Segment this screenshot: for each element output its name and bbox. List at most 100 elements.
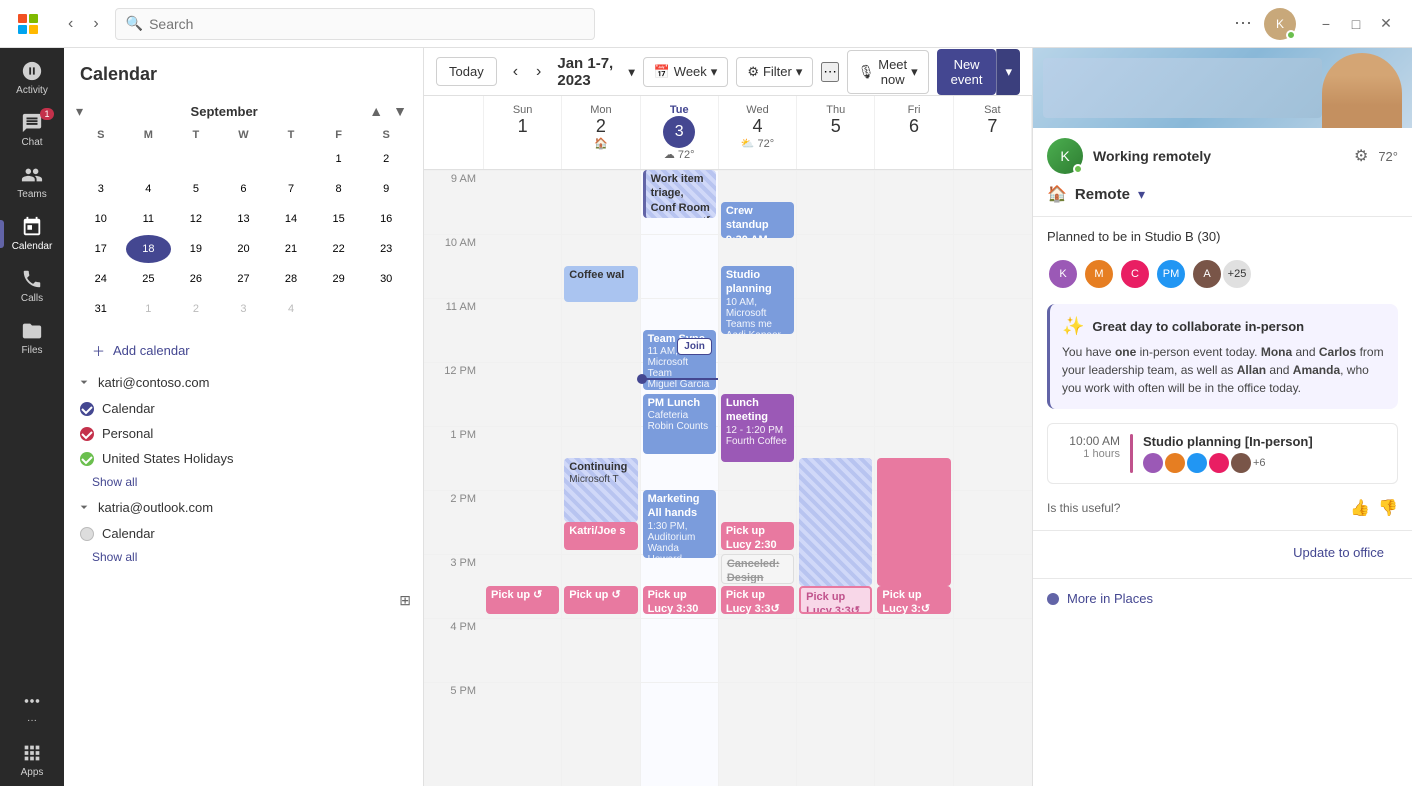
sidebar-item-files[interactable]: Files — [4, 312, 60, 364]
event-pickup-tue[interactable]: Pick up Lucy 3:30 PM — [643, 586, 716, 614]
mini-cal-day[interactable]: 14 — [268, 205, 314, 233]
mini-cal-day[interactable]: 6 — [221, 175, 267, 203]
update-to-office-button[interactable]: Update to office — [1293, 545, 1384, 560]
new-event-dropdown-button[interactable]: ▾ — [996, 49, 1020, 95]
mini-cal-day[interactable] — [316, 295, 362, 323]
mini-cal-day[interactable]: 1 — [126, 295, 172, 323]
event-canceled-design[interactable]: Canceled: Design session — [721, 554, 794, 584]
mini-cal-day[interactable]: 17 — [78, 235, 124, 263]
event-crew-standup[interactable]: Crew standup 9:30 AM, ↺ — [721, 202, 794, 238]
mini-cal-day[interactable]: 3 — [221, 295, 267, 323]
mini-cal-day[interactable]: 9 — [363, 175, 409, 203]
add-calendar-button[interactable]: ＋ Add calendar — [64, 333, 423, 368]
day-header-sun[interactable]: Sun 1 — [484, 96, 562, 169]
mini-cal-day[interactable]: 20 — [221, 235, 267, 263]
mini-cal-day[interactable]: 30 — [363, 265, 409, 293]
mini-cal-day[interactable]: 24 — [78, 265, 124, 293]
forward-button[interactable]: › — [85, 9, 106, 39]
mini-cal-day[interactable]: 21 — [268, 235, 314, 263]
close-button[interactable]: ✕ — [1372, 10, 1400, 38]
mini-cal-day[interactable]: 28 — [268, 265, 314, 293]
rp-event-card[interactable]: 10:00 AM 1 hours Studio planning [In-per… — [1047, 423, 1398, 484]
date-range[interactable]: Jan 1-7, 2023 ▾ — [557, 55, 634, 89]
event-pickup-sun[interactable]: Pick up ↺ — [486, 586, 559, 614]
expand-panel-button[interactable]: ⊞ — [399, 592, 411, 609]
event-coffee-walk[interactable]: Coffee wal — [564, 266, 637, 302]
mini-cal-up[interactable]: ▲ — [365, 101, 387, 121]
mini-cal-day[interactable] — [363, 295, 409, 323]
mini-cal-day[interactable]: 3 — [78, 175, 124, 203]
day-col-wed[interactable]: Crew standup 9:30 AM, ↺ Studio planning … — [719, 170, 797, 786]
sidebar-item-more[interactable]: ··· — [4, 682, 60, 734]
sidebar-item-chat[interactable]: 1 Chat — [4, 104, 60, 156]
more-toolbar-button[interactable]: ⋯ — [821, 62, 838, 82]
mini-cal-day[interactable]: 23 — [363, 235, 409, 263]
mini-cal-down[interactable]: ▼ — [389, 101, 411, 121]
day-col-fri[interactable]: Pick up Lucy 3:↺ — [875, 170, 953, 786]
join-button[interactable]: Join — [677, 338, 712, 355]
mini-cal-day[interactable]: 4 — [268, 295, 314, 323]
user-avatar[interactable]: K — [1264, 8, 1296, 40]
day-col-sun[interactable]: Pick up ↺ — [484, 170, 562, 786]
day-col-mon[interactable]: Coffee wal Continuing Microsoft T Katri/… — [562, 170, 640, 786]
mini-cal-day[interactable]: 10 — [78, 205, 124, 233]
rp-avatar-4[interactable]: A — [1191, 258, 1223, 290]
mini-cal-day[interactable]: 19 — [173, 235, 219, 263]
event-fri-overflow[interactable] — [877, 458, 950, 586]
mini-cal-collapse[interactable]: ▾ — [76, 103, 83, 120]
mini-cal-day[interactable] — [173, 145, 219, 173]
mini-cal-day[interactable] — [268, 145, 314, 173]
sidebar-item-apps[interactable]: Apps — [4, 734, 60, 786]
show-all-katria[interactable]: Show all — [64, 546, 423, 568]
mini-cal-day[interactable]: 8 — [316, 175, 362, 203]
mini-cal-day[interactable]: 5 — [173, 175, 219, 203]
mini-cal-day[interactable]: 1 — [316, 145, 362, 173]
calendar-item-katria[interactable]: Calendar — [72, 521, 415, 546]
mini-cal-today[interactable]: 18 — [126, 235, 172, 263]
day-col-sat[interactable] — [954, 170, 1032, 786]
event-pickup-fri[interactable]: Pick up Lucy 3:↺ — [877, 586, 950, 614]
rp-location-dropdown-button[interactable]: ▾ — [1138, 186, 1145, 203]
mini-cal-day[interactable]: 7 — [268, 175, 314, 203]
filter-button[interactable]: ⚙ Filter ▾ — [736, 57, 813, 87]
mini-cal-day[interactable]: 2 — [363, 145, 409, 173]
event-thu-striped[interactable] — [799, 458, 872, 586]
week-view-button[interactable]: 📅 Week ▾ — [643, 57, 729, 87]
prev-week-button[interactable]: ‹ — [505, 57, 526, 87]
sidebar-item-activity[interactable]: Activity — [4, 52, 60, 104]
event-pickup-thu[interactable]: Pick up Lucy 3:3↺ — [799, 586, 872, 614]
thumbs-up-button[interactable]: 👍 — [1350, 498, 1370, 518]
thumbs-down-button[interactable]: 👎 — [1378, 498, 1398, 518]
mini-cal-day[interactable]: 31 — [78, 295, 124, 323]
mini-cal-day[interactable] — [221, 145, 267, 173]
rp-more-places[interactable]: More in Places — [1033, 583, 1412, 614]
event-work-triage[interactable]: Work item triage, Conf Room ↺ — [643, 170, 716, 218]
rp-avatar-3[interactable]: C — [1119, 258, 1151, 290]
more-options-button[interactable]: ⋯ — [1230, 9, 1256, 38]
event-pickup-mon[interactable]: Pick up ↺ — [564, 586, 637, 614]
event-continuing[interactable]: Continuing Microsoft T — [564, 458, 637, 522]
mini-cal-day[interactable]: 15 — [316, 205, 362, 233]
rp-avatar-pm[interactable]: PM — [1155, 258, 1187, 290]
sidebar-item-calendar[interactable]: Calendar — [4, 208, 60, 260]
mini-cal-day[interactable]: 12 — [173, 205, 219, 233]
rp-user-avatar[interactable]: K — [1047, 138, 1083, 174]
next-week-button[interactable]: › — [528, 57, 549, 87]
mini-cal-day[interactable]: 2 — [173, 295, 219, 323]
section-collapse-katri[interactable]: katri@contoso.com — [64, 368, 423, 396]
show-all-katri[interactable]: Show all — [64, 471, 423, 493]
event-studio-planning[interactable]: Studio planning 10 AM, Microsoft Teams m… — [721, 266, 794, 334]
rp-settings-button[interactable]: ⚙ — [1354, 146, 1368, 166]
rp-avatars-plus[interactable]: +25 — [1221, 258, 1253, 290]
mini-cal-day[interactable] — [126, 145, 172, 173]
mini-cal-day[interactable]: 13 — [221, 205, 267, 233]
day-header-fri[interactable]: Fri 6 — [875, 96, 953, 169]
event-marketing-all-hands[interactable]: Marketing All hands 1:30 PM, AuditoriumW… — [643, 490, 716, 558]
day-header-thu[interactable]: Thu 5 — [797, 96, 875, 169]
mini-cal-day[interactable]: 11 — [126, 205, 172, 233]
calendar-item[interactable]: Calendar — [72, 396, 415, 421]
event-team-sync[interactable]: Team Sync 11 AM, Microsoft TeamMiguel Ga… — [643, 330, 716, 390]
maximize-button[interactable]: □ — [1342, 10, 1370, 38]
calendar-item-personal[interactable]: Personal — [72, 421, 415, 446]
rp-avatar-2[interactable]: M — [1083, 258, 1115, 290]
